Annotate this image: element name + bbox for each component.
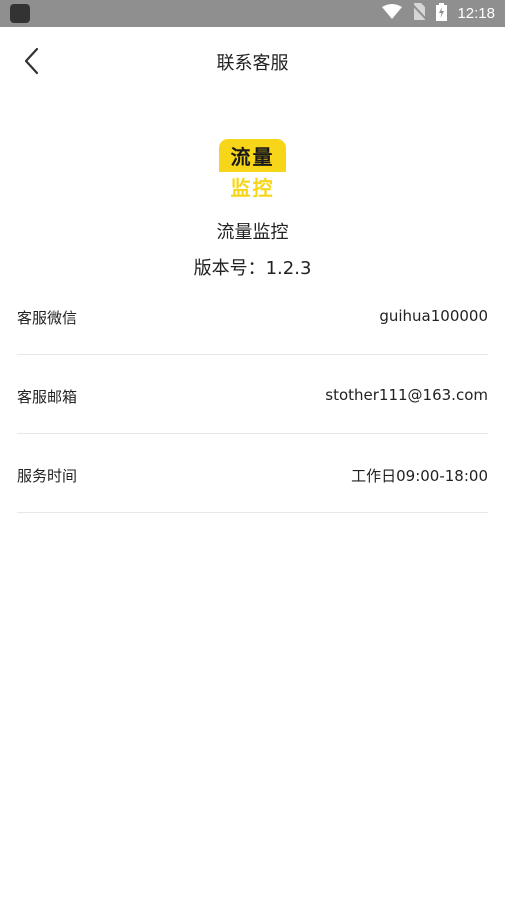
- wechat-label: 客服微信: [17, 309, 78, 327]
- app-notification-icon: [10, 4, 30, 23]
- app-name: 流量监控: [216, 222, 289, 243]
- email-value: stother111@163.com: [325, 386, 488, 404]
- email-label: 客服邮箱: [17, 388, 78, 406]
- list-item-email: 客服邮箱 stother111@163.com: [17, 355, 488, 434]
- status-bar: 12:18: [0, 0, 505, 27]
- top-app-bar: 联系客服: [0, 27, 505, 97]
- no-sim-icon: [411, 3, 428, 24]
- service-hours-value: 工作日09:00-18:00: [351, 467, 488, 485]
- contact-info-list: 客服微信 guihua100000 客服邮箱 stother111@163.co…: [17, 276, 488, 513]
- list-item-wechat: 客服微信 guihua100000: [17, 276, 488, 355]
- service-hours-label: 服务时间: [17, 467, 78, 485]
- wechat-value: guihua100000: [379, 307, 488, 325]
- page-title: 联系客服: [216, 53, 289, 74]
- list-item-service-hours: 服务时间 工作日09:00-18:00: [17, 434, 488, 513]
- wifi-icon: [382, 3, 403, 24]
- logo-text-top: 流量: [219, 139, 286, 172]
- logo-text-bottom: 监控: [230, 175, 275, 200]
- app-logo: 流量 监控: [219, 139, 286, 200]
- status-icons: 12:18: [382, 0, 495, 27]
- battery-charging-icon: [436, 2, 448, 25]
- status-time: 12:18: [457, 5, 495, 22]
